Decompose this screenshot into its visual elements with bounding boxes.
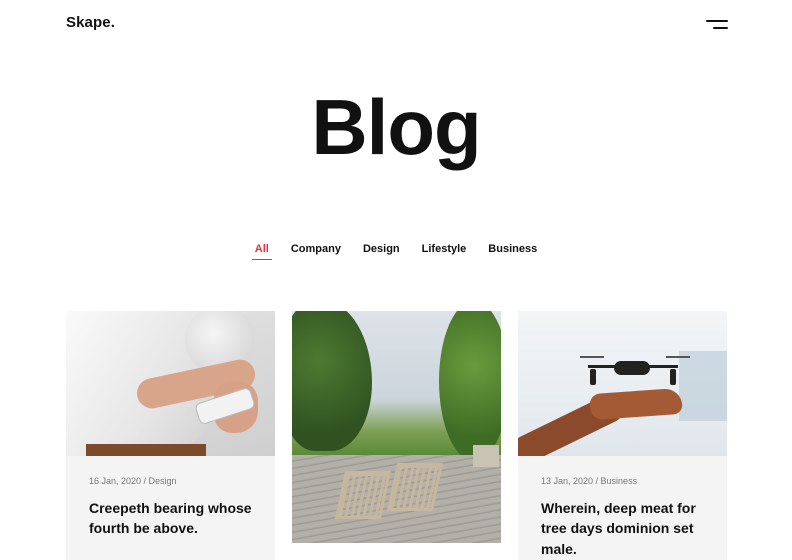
- filter-business[interactable]: Business: [488, 243, 537, 259]
- filter-design[interactable]: Design: [363, 243, 400, 259]
- filter-company[interactable]: Company: [291, 243, 341, 259]
- logo[interactable]: Skape.: [66, 14, 115, 31]
- category-filters: All Company Design Lifestyle Business: [0, 243, 792, 260]
- filter-lifestyle[interactable]: Lifestyle: [422, 243, 467, 259]
- post-image[interactable]: [66, 311, 275, 456]
- post-meta: 13 Jan, 2020 / Business: [541, 476, 638, 486]
- post-image[interactable]: [292, 311, 501, 543]
- post-card[interactable]: 16 Jan, 2020 / Design Creepeth bearing w…: [66, 311, 275, 560]
- filter-all[interactable]: All: [251, 243, 272, 260]
- page-title: Blog: [311, 83, 481, 171]
- post-meta: 16 Jan, 2020 / Design: [89, 476, 177, 486]
- menu-icon[interactable]: [702, 18, 728, 34]
- post-card[interactable]: [292, 311, 501, 543]
- post-card[interactable]: 13 Jan, 2020 / Business Wherein, deep me…: [518, 311, 727, 560]
- post-image[interactable]: [518, 311, 727, 456]
- post-title[interactable]: Creepeth bearing whose fourth be above.: [89, 498, 252, 539]
- post-title[interactable]: Wherein, deep meat for tree days dominio…: [541, 498, 704, 559]
